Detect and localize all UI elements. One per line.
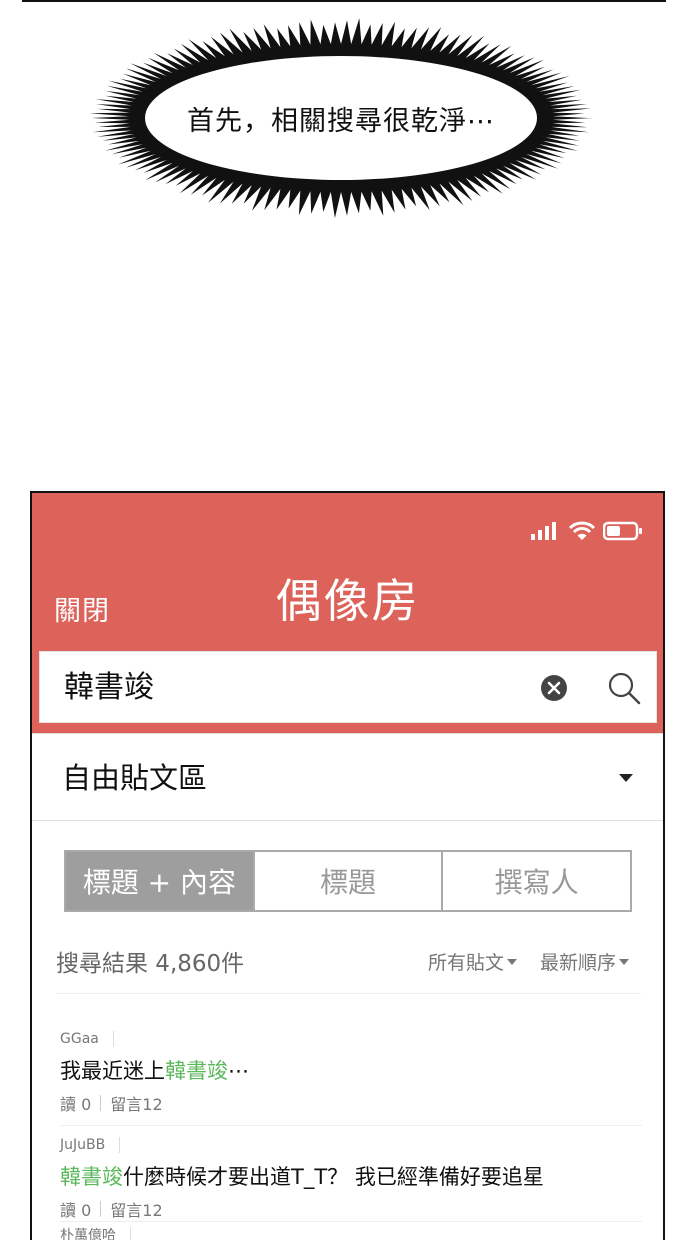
wifi-icon [569, 521, 595, 540]
search-highlight: 韓書竣 [165, 1059, 228, 1083]
tab-author[interactable]: 撰寫人 [441, 852, 630, 910]
search-scope-tabs: 標題 + 內容 標題 撰寫人 [64, 850, 632, 912]
post-meta: 讀 0 留言12 [60, 1197, 640, 1221]
app-header: 關閉 偶像房 韓書竣 [32, 493, 663, 733]
comment-count: 留言12 [110, 1095, 163, 1114]
read-count: 讀 0 [60, 1095, 92, 1114]
thought-bubble-text: 首先，相關搜尋很乾淨⋯ [187, 106, 495, 137]
search-bar[interactable]: 韓書竣 [39, 651, 657, 723]
thought-bubble: 首先，相關搜尋很乾淨⋯ [86, 16, 596, 221]
app-title: 偶像房 [275, 574, 420, 628]
comment-count: 留言12 [110, 1201, 163, 1220]
search-icon[interactable] [606, 670, 642, 706]
chevron-down-icon [507, 958, 518, 965]
filter-label: 所有貼文 [428, 952, 505, 974]
phone-screen: 關閉 偶像房 韓書竣 自由貼文區 標題 + 內容 標題 撰寫人 搜尋結果 4,8… [30, 491, 665, 1240]
divider [60, 1221, 642, 1222]
tab-title[interactable]: 標題 [252, 852, 442, 910]
divider [60, 1125, 642, 1126]
list-item[interactable]: JuJuBB 韓書竣什麼時候才要出道T_T？ 我已經準備好要追星 讀 0 留言12 [60, 1135, 640, 1221]
comic-panel-border [22, 0, 666, 2]
list-item[interactable]: 朴萬億哈 [60, 1225, 640, 1240]
board-label: 自由貼文區 [62, 761, 208, 795]
search-input[interactable]: 韓書竣 [64, 652, 154, 724]
chevron-down-icon [619, 958, 630, 965]
post-meta: 讀 0 留言12 [60, 1091, 640, 1115]
chevron-down-icon [619, 774, 633, 782]
read-count: 讀 0 [60, 1201, 92, 1220]
post-author: GGaa [60, 1029, 640, 1049]
post-title[interactable]: 韓書竣什麼時候才要出道T_T？ 我已經準備好要追星 [60, 1161, 640, 1191]
post-author: 朴萬億哈 [60, 1225, 640, 1240]
signal-icon [531, 522, 556, 540]
clear-icon[interactable] [540, 674, 568, 702]
list-item[interactable]: GGaa 我最近迷上韓書竣⋯ 讀 0 留言12 [60, 1029, 640, 1115]
search-highlight: 韓書竣 [60, 1165, 123, 1189]
results-header: 搜尋結果 4,860件 所有貼文 最新順序 [56, 940, 641, 994]
status-bar [531, 521, 643, 541]
tab-title-content[interactable]: 標題 + 內容 [66, 852, 253, 910]
filter-dropdown[interactable]: 所有貼文 [428, 948, 518, 975]
sort-dropdown[interactable]: 最新順序 [540, 948, 630, 975]
battery-icon [603, 521, 642, 541]
post-title[interactable]: 我最近迷上韓書竣⋯ [60, 1055, 640, 1085]
sort-label: 最新順序 [540, 952, 617, 974]
result-count: 搜尋結果 4,860件 [56, 951, 245, 977]
post-author: JuJuBB [60, 1135, 640, 1155]
board-selector[interactable]: 自由貼文區 [32, 733, 663, 821]
